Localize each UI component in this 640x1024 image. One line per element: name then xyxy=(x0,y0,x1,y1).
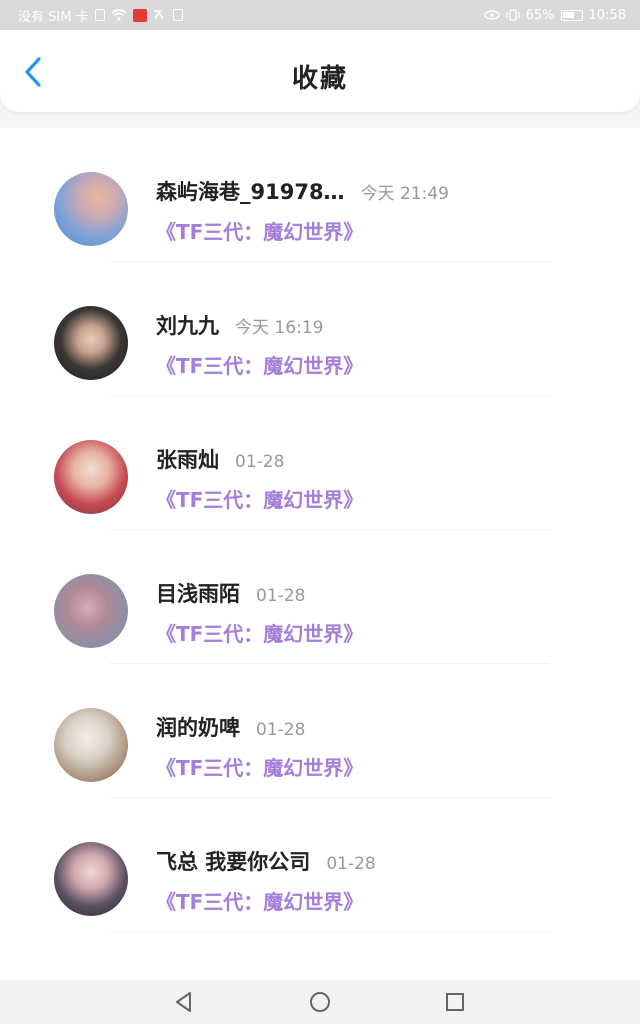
upload-icon xyxy=(172,9,183,21)
timestamp: 今天 16:19 xyxy=(235,318,324,338)
timestamp: 01-28 xyxy=(256,720,306,740)
page-title: 收藏 xyxy=(291,64,348,94)
topic-title: 《TF三代：魔幻世界》 xyxy=(156,220,364,244)
battery-percent: 65% xyxy=(525,7,555,23)
back-triangle-icon xyxy=(176,992,191,1012)
avatar[interactable] xyxy=(54,440,128,514)
eye-icon xyxy=(483,10,500,20)
user-name: 目浅雨陌 xyxy=(156,582,240,606)
header: 收藏 xyxy=(0,30,640,112)
system-nav-bar xyxy=(0,980,640,1024)
topic-title: 《TF三代：魔幻世界》 xyxy=(156,354,364,378)
favorite-item[interactable]: 刘九九 今天 16:19 《TF三代：魔幻世界》 xyxy=(0,262,640,396)
topic-title: 《TF三代：魔幻世界》 xyxy=(156,622,364,646)
nav-back-button[interactable] xyxy=(172,990,196,1014)
timestamp: 01-28 xyxy=(256,586,306,606)
topic-title: 《TF三代：魔幻世界》 xyxy=(156,890,364,914)
vibrate-icon xyxy=(505,9,520,21)
user-name: 润的奶啤 xyxy=(156,716,240,740)
recents-square-icon xyxy=(446,993,464,1011)
favorite-item[interactable]: 飞总 我要你公司 01-28 《TF三代：魔幻世界》 xyxy=(0,798,640,932)
app-notification-icon xyxy=(132,8,147,22)
item-header: 张雨灿 01-28 xyxy=(156,444,284,474)
status-bar: 没有 SIM 卡 65% 10:58 xyxy=(0,0,640,30)
avatar[interactable] xyxy=(54,842,128,916)
sim-icon xyxy=(94,9,105,21)
favorite-item[interactable]: 润的奶啤 01-28 《TF三代：魔幻世界》 xyxy=(0,664,640,798)
translate-icon xyxy=(153,10,164,20)
item-header: 飞总 我要你公司 01-28 xyxy=(156,846,376,876)
topic-title: 《TF三代：魔幻世界》 xyxy=(156,756,364,780)
item-header: 森屿海巷_91978… 今天 21:49 xyxy=(156,176,449,206)
divider xyxy=(110,931,550,932)
carrier-text: 没有 SIM 卡 xyxy=(18,9,89,25)
avatar[interactable] xyxy=(54,172,128,246)
status-right: 65% 10:58 xyxy=(483,7,626,23)
item-header: 润的奶啤 01-28 xyxy=(156,712,305,742)
avatar[interactable] xyxy=(54,708,128,782)
topic-title: 《TF三代：魔幻世界》 xyxy=(156,488,364,512)
favorites-list: 森屿海巷_91978… 今天 21:49 《TF三代：魔幻世界》 刘九九 今天 … xyxy=(0,128,640,980)
avatar[interactable] xyxy=(54,306,128,380)
favorites-screen: 没有 SIM 卡 65% 10:58 收藏 森屿海巷_91978… 今天 21:… xyxy=(0,0,640,1024)
timestamp: 01-28 xyxy=(235,452,285,472)
timestamp: 今天 21:49 xyxy=(360,184,449,204)
battery-icon xyxy=(560,9,583,21)
user-name: 刘九九 xyxy=(156,314,219,338)
status-left: 没有 SIM 卡 xyxy=(18,6,183,25)
home-circle-icon xyxy=(310,992,330,1012)
wifi-icon xyxy=(111,9,127,21)
user-name: 森屿海巷_91978… xyxy=(156,180,345,204)
nav-home-button[interactable] xyxy=(308,990,332,1014)
avatar[interactable] xyxy=(54,574,128,648)
user-name: 张雨灿 xyxy=(156,448,219,472)
timestamp: 01-28 xyxy=(326,854,376,874)
nav-recents-button[interactable] xyxy=(443,990,467,1014)
item-header: 刘九九 今天 16:19 xyxy=(156,310,323,340)
favorite-item[interactable]: 目浅雨陌 01-28 《TF三代：魔幻世界》 xyxy=(0,530,640,664)
item-header: 目浅雨陌 01-28 xyxy=(156,578,305,608)
user-name: 飞总 我要你公司 xyxy=(156,850,311,874)
clock: 10:58 xyxy=(588,7,626,23)
favorite-item[interactable]: 张雨灿 01-28 《TF三代：魔幻世界》 xyxy=(0,396,640,530)
favorite-item[interactable]: 森屿海巷_91978… 今天 21:49 《TF三代：魔幻世界》 xyxy=(0,128,640,262)
